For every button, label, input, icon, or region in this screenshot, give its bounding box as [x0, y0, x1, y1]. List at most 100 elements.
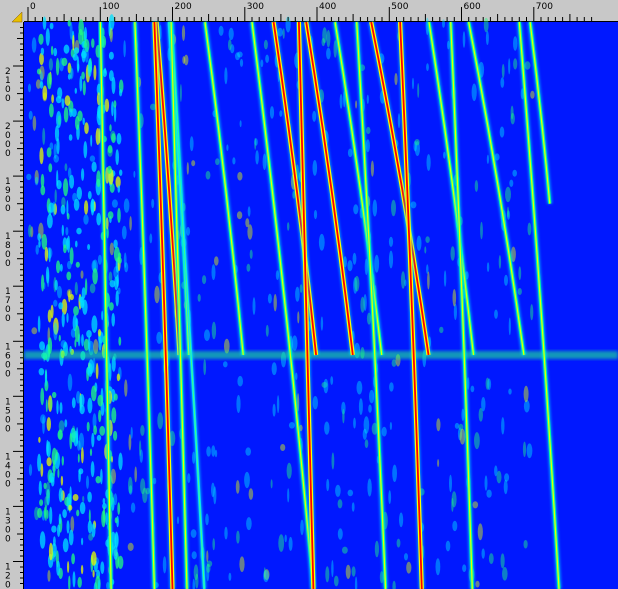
noise-speck	[523, 385, 529, 403]
noise-speck	[486, 154, 489, 164]
noise-speck	[89, 448, 93, 457]
noise-speck	[260, 59, 264, 68]
noise-speck	[79, 394, 85, 407]
noise-speck	[523, 539, 528, 549]
noise-speck	[28, 83, 31, 93]
noise-speck	[96, 434, 102, 441]
noise-speck	[450, 246, 455, 261]
noise-speck	[330, 376, 334, 385]
noise-speck	[320, 316, 324, 331]
noise-speck	[367, 478, 372, 497]
noise-speck	[388, 250, 394, 269]
noise-speck	[326, 478, 330, 492]
y-tick-label: 1900	[5, 177, 11, 214]
noise-speck	[71, 397, 76, 409]
noise-speck	[77, 63, 80, 72]
noise-speck	[366, 126, 371, 135]
noise-speck	[81, 537, 84, 546]
noise-speck	[416, 235, 422, 251]
noise-speck	[368, 404, 372, 413]
noise-speck	[83, 214, 89, 225]
noise-speck	[351, 566, 356, 577]
noise-speck	[68, 290, 71, 303]
noise-speck	[109, 124, 112, 132]
noise-speck	[391, 199, 396, 217]
noise-speck	[389, 422, 392, 430]
noise-speck	[396, 538, 401, 548]
noise-speck	[513, 36, 518, 51]
noise-speck	[452, 520, 458, 532]
noise-speck	[121, 225, 127, 240]
noise-speck	[388, 490, 392, 504]
noise-speck	[66, 520, 70, 534]
noise-speck	[197, 294, 201, 302]
noise-speck	[79, 501, 86, 515]
noise-speck	[265, 54, 269, 63]
noise-speck	[265, 324, 269, 337]
noise-speck	[202, 275, 207, 285]
noise-speck	[424, 246, 427, 254]
noise-speck	[70, 68, 74, 79]
noise-speck	[211, 264, 216, 281]
noise-speck	[81, 168, 85, 181]
noise-speck	[57, 115, 61, 126]
noise-speck	[389, 382, 394, 392]
noise-speck	[508, 388, 512, 395]
noise-speck	[204, 329, 210, 342]
noise-speck	[510, 112, 515, 125]
noise-speck	[92, 570, 95, 578]
noise-speck	[127, 542, 134, 552]
noise-speck	[182, 56, 186, 64]
plot-area	[24, 14, 618, 589]
noise-speck	[61, 312, 65, 328]
noise-speck	[203, 359, 207, 376]
noise-speck	[236, 530, 240, 544]
y-tick-label: 1700	[5, 287, 11, 324]
noise-speck	[57, 524, 61, 537]
noise-speck	[26, 173, 32, 181]
noise-speck	[354, 275, 360, 292]
y-tick-label: 1400	[5, 452, 11, 489]
noise-speck	[401, 271, 406, 289]
noise-speck	[484, 475, 488, 491]
noise-speck	[246, 263, 251, 272]
noise-speck	[55, 95, 62, 104]
noise-speck	[151, 198, 155, 209]
noise-speck	[73, 47, 80, 54]
noise-speck	[312, 396, 318, 410]
noise-speck	[212, 538, 215, 551]
noise-speck	[113, 239, 118, 249]
noise-speck	[42, 85, 48, 101]
noise-speck	[71, 425, 76, 443]
noise-speck	[381, 426, 387, 437]
noise-speck	[40, 47, 45, 56]
noise-speck	[28, 110, 33, 120]
noise-speck	[42, 127, 46, 145]
noise-speck	[149, 233, 153, 244]
noise-speck	[518, 266, 522, 281]
noise-speck	[187, 473, 191, 484]
noise-speck	[58, 302, 64, 310]
noise-speck	[93, 64, 97, 81]
noise-speck	[232, 157, 236, 165]
noise-speck	[56, 180, 62, 190]
noise-speck	[392, 464, 397, 482]
noise-speck	[124, 262, 129, 273]
noise-speck	[504, 274, 508, 286]
noise-speck	[117, 185, 121, 193]
noise-speck	[71, 553, 75, 565]
noise-speck	[154, 285, 160, 304]
y-tick-label: 2000	[5, 122, 11, 159]
noise-speck	[87, 491, 92, 503]
noise-speck	[312, 160, 318, 176]
noise-speck	[226, 144, 229, 151]
noise-speck	[485, 31, 489, 45]
spectrogram-window: 0 100 200 300 400 500 600 700 2100 2000 1900 1800 1…	[0, 0, 618, 589]
noise-speck	[352, 252, 357, 265]
noise-speck	[111, 313, 115, 327]
noise-speck	[263, 39, 268, 50]
noise-speck	[459, 428, 466, 445]
x-tick-label: 700	[536, 2, 553, 12]
noise-speck	[109, 242, 114, 256]
noise-speck	[487, 378, 492, 391]
